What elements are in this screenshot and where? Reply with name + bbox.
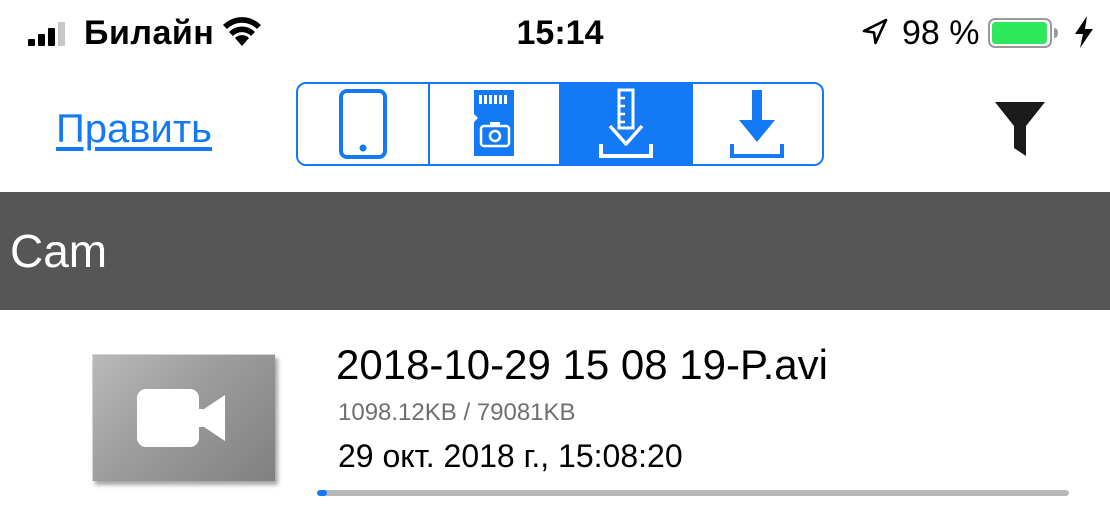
edit-button[interactable]: Править [56,106,212,152]
source-segmented-control [296,82,824,166]
segment-downloading[interactable] [559,84,691,164]
film-download-icon [598,88,653,158]
section-title: Cam [10,225,108,277]
battery-icon [988,18,1058,48]
status-time: 15:14 [516,14,604,52]
file-date: 29 окт. 2018 г., 15:08:20 [338,438,683,474]
video-camera-icon [137,389,225,447]
video-thumbnail [92,354,275,481]
signal-icon [28,22,65,46]
file-name: 2018-10-29 15 08 19-P.avi [336,341,828,388]
section-header: Cam [0,192,1110,310]
status-bar: Билайн 15:14 98 % [0,0,1110,66]
battery-percent: 98 % [902,14,980,52]
download-progress-fill [317,490,328,496]
download-progress-bar [317,490,1069,496]
sd-card-camera-icon [474,90,515,156]
carrier-name: Билайн [84,14,215,52]
location-arrow-icon [862,18,888,45]
file-size: 1098.12KB / 79081KB [338,399,576,426]
download-icon [730,90,785,158]
segment-sd-card[interactable] [427,84,560,164]
charging-bolt-icon [1075,16,1093,48]
list-item[interactable]: 2018-10-29 15 08 19-P.avi 1098.12KB / 79… [0,310,1110,509]
segment-phone[interactable] [298,84,428,164]
phone-icon [338,89,387,159]
wifi-icon [223,17,261,46]
segment-downloaded[interactable] [690,84,823,164]
filter-icon[interactable] [994,100,1046,158]
